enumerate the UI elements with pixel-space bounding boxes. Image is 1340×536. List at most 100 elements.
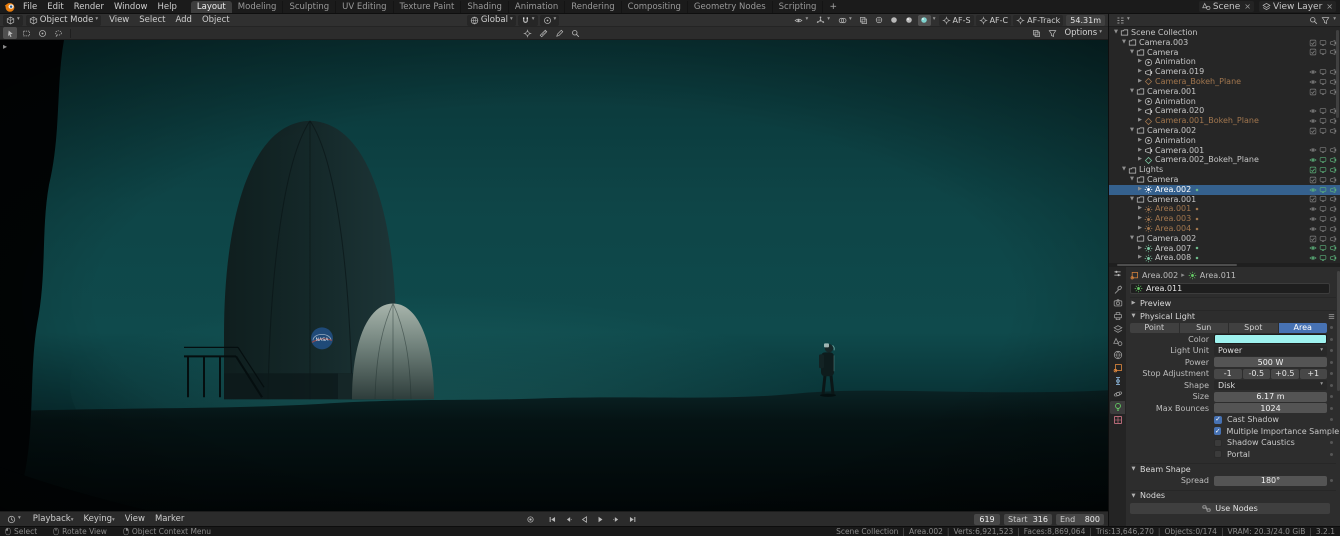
properties-tab-object[interactable] — [1110, 362, 1125, 375]
menu-edit[interactable]: Edit — [42, 1, 68, 13]
disclosure-triangle-icon[interactable]: ▼ — [1128, 234, 1136, 244]
disable-in-viewports-icon[interactable] — [1319, 68, 1327, 76]
view-layer-selector[interactable]: View Layer × — [1259, 1, 1336, 12]
hide-in-viewport-icon[interactable] — [1309, 244, 1317, 252]
timeline-menu-view[interactable]: View — [120, 513, 150, 525]
disclosure-triangle-icon[interactable]: ▶ — [1136, 57, 1144, 67]
datablock-name-field[interactable]: Area.011 — [1130, 283, 1330, 294]
viewport-menu-add[interactable]: Add — [170, 14, 196, 26]
outliner-row-animation[interactable]: ▶Animation — [1109, 136, 1340, 146]
outliner-row-camera-001[interactable]: ▼Camera.001 — [1109, 87, 1340, 97]
properties-tab-render[interactable] — [1110, 297, 1125, 310]
disclosure-triangle-icon[interactable]: ▶ — [1136, 253, 1144, 263]
outliner-row-lights[interactable]: ▼Lights — [1109, 165, 1340, 175]
snapping-toggle[interactable]: ▾ — [518, 15, 538, 26]
outliner-row-area-001[interactable]: ▶Area.001 — [1109, 204, 1340, 214]
disable-in-renders-icon[interactable] — [1329, 176, 1337, 184]
hide-in-viewport-icon[interactable] — [1309, 215, 1317, 223]
disable-in-renders-icon[interactable] — [1329, 235, 1337, 243]
disable-in-viewports-icon[interactable] — [1319, 78, 1327, 86]
viewport-menu-select[interactable]: Select — [134, 14, 170, 26]
disclosure-triangle-icon[interactable]: ▶ — [1136, 97, 1144, 107]
exclude-collection-checkbox-icon[interactable] — [1309, 195, 1317, 203]
outliner-row-animation[interactable]: ▶Animation — [1109, 97, 1340, 107]
timeline-menu-keying[interactable]: Keying▾ — [78, 513, 119, 525]
stop-adjustment-button-0-5[interactable]: +0.5 — [1271, 369, 1299, 379]
disclosure-triangle-icon[interactable]: ▶ — [1136, 136, 1144, 146]
beam-shape-section-header[interactable]: ▼ Beam Shape — [1130, 463, 1336, 474]
select-lasso-tool-button[interactable] — [51, 27, 65, 39]
disclosure-triangle-icon[interactable]: ▶ — [1136, 185, 1144, 195]
outliner-row-camera-001[interactable]: ▼Camera.001 — [1109, 195, 1340, 205]
spread-slider[interactable]: 180° — [1214, 476, 1327, 486]
hide-in-viewport-icon[interactable] — [1309, 156, 1317, 164]
disable-in-viewports-icon[interactable] — [1319, 39, 1327, 47]
jump-to-end-button[interactable] — [625, 513, 640, 525]
timeline-menu-marker[interactable]: Marker — [150, 513, 189, 525]
disable-in-renders-icon[interactable] — [1329, 205, 1337, 213]
properties-tab-tool[interactable] — [1110, 284, 1125, 297]
timeline-menu-playback[interactable]: Playback▾ — [28, 513, 79, 525]
outliner-row-camera-003[interactable]: ▼Camera.003 — [1109, 38, 1340, 48]
workspace-tab-sculpting[interactable]: Sculpting — [283, 1, 336, 13]
gizmos-dropdown[interactable]: ▾ — [813, 15, 833, 26]
disclosure-triangle-icon[interactable]: ▶ — [1136, 224, 1144, 234]
viewport-menu-object[interactable]: Object — [197, 14, 235, 26]
properties-tab-texture[interactable] — [1110, 414, 1125, 427]
light-type-area-button[interactable]: Area — [1279, 323, 1328, 333]
hide-in-viewport-icon[interactable] — [1309, 186, 1317, 194]
object-visibility-dropdown[interactable]: ▾ — [791, 15, 811, 26]
exclude-collection-checkbox-icon[interactable] — [1309, 88, 1317, 96]
autofocus-button-af-track[interactable]: AF-Track — [1013, 15, 1063, 26]
disable-in-renders-icon[interactable] — [1329, 195, 1337, 203]
outliner-row-camera-002[interactable]: ▼Camera.002 — [1109, 234, 1340, 244]
outliner-row-scene-collection[interactable]: ▼Scene Collection — [1109, 28, 1340, 38]
hide-in-viewport-icon[interactable] — [1309, 146, 1317, 154]
workspace-tab-shading[interactable]: Shading — [461, 1, 509, 13]
outliner-row-camera-001-bokeh-plane[interactable]: ▶Camera.001_Bokeh_Plane — [1109, 116, 1340, 126]
light-unit-dropdown[interactable]: Power ▾ — [1214, 346, 1327, 356]
workspace-tab-uv-editing[interactable]: UV Editing — [336, 1, 393, 13]
disable-in-viewports-icon[interactable] — [1319, 254, 1327, 262]
use-nodes-button[interactable]: Use Nodes — [1130, 503, 1330, 514]
menu-window[interactable]: Window — [109, 1, 153, 13]
exclude-collection-checkbox-icon[interactable] — [1309, 166, 1317, 174]
mirror-options-button[interactable] — [1029, 27, 1043, 39]
previous-keyframe-button[interactable] — [561, 513, 576, 525]
stop-adjustment-button-1[interactable]: +1 — [1300, 369, 1328, 379]
disable-in-renders-icon[interactable] — [1329, 254, 1337, 262]
play-button[interactable] — [593, 513, 608, 525]
remove-view-layer-button[interactable]: × — [1324, 2, 1333, 11]
disable-in-viewports-icon[interactable] — [1319, 156, 1327, 164]
properties-tab-world[interactable] — [1110, 349, 1125, 362]
disable-in-viewports-icon[interactable] — [1319, 195, 1327, 203]
power-slider[interactable]: 500 W — [1214, 357, 1327, 367]
size-slider[interactable]: 6.17 m — [1214, 392, 1327, 402]
annotate-tool-button[interactable] — [553, 27, 567, 39]
exclude-collection-checkbox-icon[interactable] — [1309, 176, 1317, 184]
shading-wireframe-button[interactable] — [873, 15, 886, 26]
disable-in-viewports-icon[interactable] — [1319, 88, 1327, 96]
disable-in-renders-icon[interactable] — [1329, 117, 1337, 125]
properties-tab-view-layer[interactable] — [1110, 323, 1125, 336]
disable-in-viewports-icon[interactable] — [1319, 244, 1327, 252]
hide-in-viewport-icon[interactable] — [1309, 254, 1317, 262]
disclosure-triangle-icon[interactable]: ▶ — [1136, 244, 1144, 254]
exclude-collection-checkbox-icon[interactable] — [1309, 48, 1317, 56]
disable-in-viewports-icon[interactable] — [1319, 215, 1327, 223]
outliner-row-camera-bokeh-plane[interactable]: ▶Camera_Bokeh_Plane — [1109, 77, 1340, 87]
outliner-row-camera-001[interactable]: ▶Camera.001 — [1109, 146, 1340, 156]
select-box-tool-button[interactable] — [19, 27, 33, 39]
outliner-row-camera[interactable]: ▼Camera — [1109, 48, 1340, 58]
outliner-row-camera[interactable]: ▼Camera — [1109, 175, 1340, 185]
physical-light-section-header[interactable]: ▼ Physical Light — [1130, 310, 1336, 321]
disclosure-triangle-icon[interactable]: ▶ — [1136, 146, 1144, 156]
frame-end-field[interactable]: End 800 — [1056, 514, 1104, 525]
properties-tab-constraints[interactable] — [1110, 375, 1125, 388]
disclosure-triangle-icon[interactable]: ▼ — [1120, 38, 1128, 48]
outliner-row-animation[interactable]: ▶Animation — [1109, 57, 1340, 67]
editor-type-dropdown[interactable]: ▾ — [3, 15, 23, 26]
filter-button[interactable] — [1045, 27, 1059, 39]
disable-in-renders-icon[interactable] — [1329, 186, 1337, 194]
disclosure-triangle-icon[interactable]: ▼ — [1128, 175, 1136, 185]
